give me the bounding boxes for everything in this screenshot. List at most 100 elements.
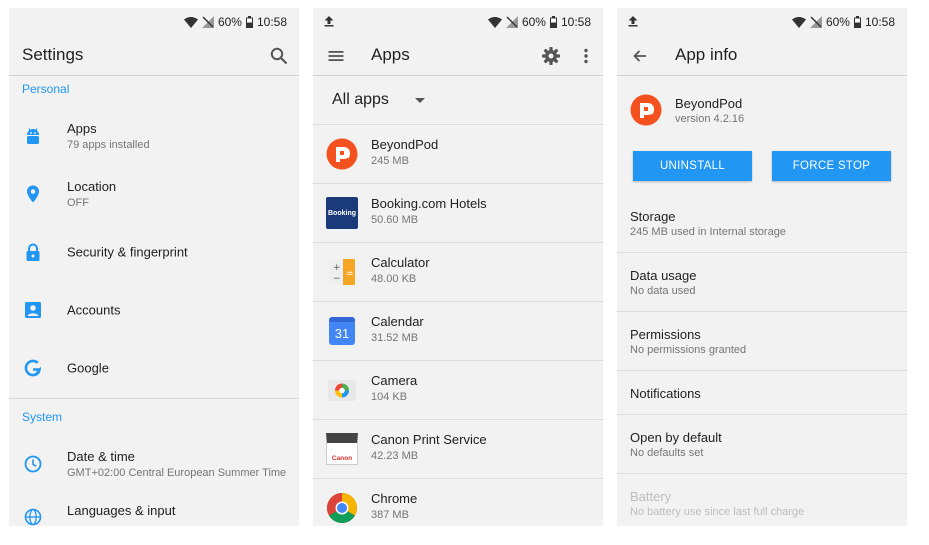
settings-item-security[interactable]: Security & fingerprint — [9, 223, 299, 281]
status-bar: 60% 10:58 — [9, 8, 299, 36]
battery-icon — [549, 16, 557, 28]
uninstall-button[interactable]: UNINSTALL — [633, 151, 752, 181]
info-row-battery: Battery No battery use since last full c… — [617, 474, 907, 526]
page-title: Settings — [22, 45, 84, 64]
no-signal-icon — [505, 16, 518, 28]
app-name: BeyondPod — [371, 137, 439, 152]
app-filter-label: All apps — [332, 91, 389, 108]
app-size: 42.23 MB — [371, 450, 419, 462]
settings-item-summary: GMT+02:00 Central European Summer Time — [67, 467, 287, 479]
info-row-title: Notifications — [630, 386, 701, 401]
app-name: Chrome — [371, 491, 418, 506]
booking-app-icon: Booking — [326, 197, 358, 229]
app-name: Camera — [371, 373, 418, 388]
chevron-down-icon — [415, 98, 425, 103]
settings-item-label: Date & time — [67, 449, 135, 464]
account-box-icon — [25, 302, 41, 318]
info-row-summary: No permissions granted — [630, 344, 747, 356]
info-row-title: Battery — [630, 489, 672, 504]
svg-text:+: + — [333, 263, 341, 273]
info-row-summary: No defaults set — [630, 447, 704, 459]
settings-item-date-time[interactable]: Date & time GMT+02:00 Central European S… — [9, 435, 299, 493]
app-row-camera[interactable]: Camera 104 KB — [313, 361, 603, 420]
settings-item-summary: 79 apps installed — [67, 139, 150, 151]
settings-item-google[interactable]: Google — [9, 339, 299, 397]
settings-screen: 60% 10:58 Settings Personal Apps 79 apps… — [9, 8, 299, 526]
clock-icon — [24, 455, 42, 473]
clock-time: 10:58 — [256, 15, 287, 29]
app-size: 48.00 KB — [371, 273, 417, 285]
app-size: 245 MB — [371, 155, 409, 167]
clock-time: 10:58 — [560, 15, 591, 29]
info-row-title: Storage — [630, 209, 676, 224]
app-row-chrome[interactable]: Chrome 387 MB — [313, 479, 603, 526]
svg-text:=: = — [346, 269, 354, 279]
app-info-toolbar: App info — [617, 36, 907, 76]
info-row-title: Data usage — [630, 268, 697, 283]
wifi-icon — [791, 16, 806, 28]
info-row-title: Open by default — [630, 430, 722, 445]
location-pin-icon — [27, 185, 39, 203]
clock-time: 10:58 — [864, 15, 895, 29]
calendar-app-icon: 31 — [329, 317, 355, 345]
settings-item-label: Security & fingerprint — [67, 244, 188, 260]
status-bar: 60% 10:58 — [313, 8, 603, 36]
settings-item-label: Languages & input — [67, 503, 176, 518]
app-name: Canon Print Service — [371, 432, 487, 447]
force-stop-button[interactable]: FORCE STOP — [772, 151, 891, 181]
search-icon[interactable] — [269, 46, 289, 66]
status-bar: 60% 10:58 — [617, 8, 907, 36]
google-icon — [24, 359, 41, 377]
beyondpod-app-icon — [326, 138, 358, 170]
app-name: Booking.com Hotels — [371, 196, 487, 211]
app-name: Calculator — [371, 255, 430, 270]
settings-toolbar: Settings — [9, 36, 299, 76]
back-arrow-icon[interactable] — [630, 46, 650, 66]
chrome-app-icon — [326, 493, 358, 524]
upload-icon — [628, 16, 638, 27]
page-title: App info — [675, 45, 738, 64]
settings-item-summary: OFF — [67, 197, 89, 209]
app-size: 387 MB — [371, 509, 409, 521]
info-row-permissions[interactable]: Permissions No permissions granted — [617, 312, 907, 371]
no-signal-icon — [809, 16, 822, 28]
page-title: Apps — [371, 45, 410, 64]
menu-icon[interactable] — [326, 46, 346, 66]
battery-icon — [245, 16, 253, 28]
app-row-calendar[interactable]: 31 Calendar 31.52 MB — [313, 302, 603, 361]
wifi-icon — [487, 16, 502, 28]
battery-percent: 60% — [825, 15, 850, 29]
wifi-icon — [183, 16, 198, 28]
info-row-data-usage[interactable]: Data usage No data used — [617, 253, 907, 312]
settings-item-label: Location — [67, 179, 117, 194]
app-row-booking[interactable]: Booking Booking.com Hotels 50.60 MB — [313, 184, 603, 243]
section-divider — [9, 398, 299, 399]
upload-icon — [324, 16, 334, 27]
battery-icon — [853, 16, 861, 28]
app-row-calculator[interactable]: + − = Calculator 48.00 KB — [313, 243, 603, 302]
app-row-beyondpod[interactable]: BeyondPod 245 MB — [313, 125, 603, 184]
settings-item-label: Apps — [67, 121, 97, 136]
info-row-storage[interactable]: Storage 245 MB used in Internal storage — [617, 194, 907, 253]
settings-item-languages[interactable]: Languages & input — [9, 493, 299, 526]
info-row-title: Permissions — [630, 327, 701, 342]
lock-icon — [26, 243, 40, 261]
info-row-summary: No battery use since last full charge — [630, 506, 805, 518]
settings-item-location[interactable]: Location OFF — [9, 165, 299, 223]
app-name: Calendar — [371, 314, 424, 329]
beyondpod-app-icon — [630, 94, 662, 126]
info-row-open-by-default[interactable]: Open by default No defaults set — [617, 415, 907, 474]
app-filter-dropdown[interactable]: All apps — [313, 77, 603, 125]
settings-item-label: Accounts — [67, 302, 121, 318]
app-info-screen: 60% 10:58 App info BeyondPod version 4.2… — [617, 8, 907, 526]
settings-item-apps[interactable]: Apps 79 apps installed — [9, 107, 299, 165]
app-row-canon[interactable]: Canon Canon Print Service 42.23 MB — [313, 420, 603, 479]
gear-icon[interactable] — [541, 46, 561, 66]
info-row-notifications[interactable]: Notifications — [617, 371, 907, 415]
section-header-personal: Personal — [22, 82, 70, 96]
settings-item-accounts[interactable]: Accounts — [9, 281, 299, 339]
apps-screen: 60% 10:58 Apps All apps BeyondPod 245 MB… — [313, 8, 603, 526]
more-vert-icon[interactable] — [576, 46, 596, 66]
android-icon — [27, 128, 39, 144]
app-size: 104 KB — [371, 391, 408, 403]
